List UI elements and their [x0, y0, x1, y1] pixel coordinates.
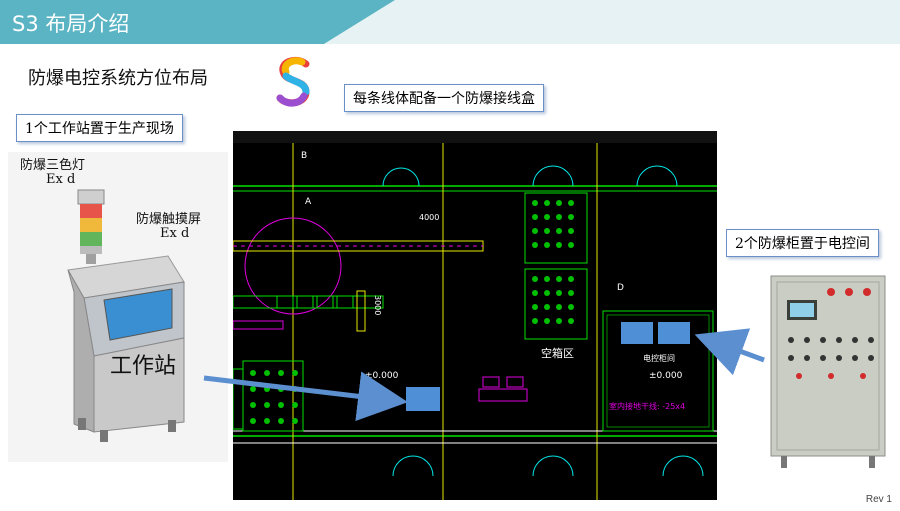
arrow-to-cabinets: [694, 328, 765, 376]
explosion-proof-cabinet-illustration: [763, 270, 893, 470]
arrow-to-junction-box: [203, 371, 408, 422]
revision-label: Rev 1: [865, 494, 892, 505]
